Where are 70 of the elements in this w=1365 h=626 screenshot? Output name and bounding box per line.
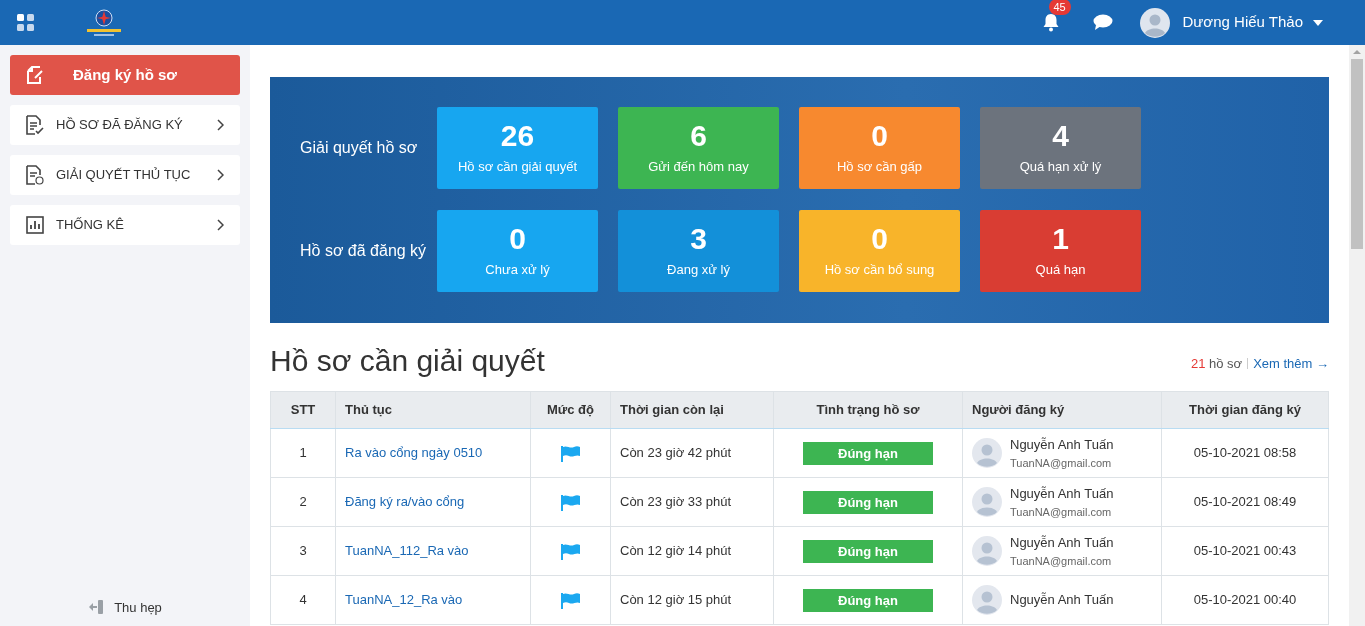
sidebar-item[interactable]: THỐNG KÊ: [10, 205, 240, 245]
notification-bell-icon[interactable]: [1041, 13, 1060, 32]
summary-row-label: Hồ sơ đã đăng ký: [300, 241, 428, 261]
table-cell: 3: [270, 526, 336, 576]
procedure-link[interactable]: TuanNA_12_Ra vào: [345, 592, 463, 608]
table-cell: 05-10-2021 00:43: [1161, 526, 1329, 576]
column-header: STT: [270, 391, 336, 429]
column-header: Thủ tục: [335, 391, 531, 429]
section-title: Hồ sơ cần giải quyết: [270, 343, 545, 379]
collapse-button[interactable]: Thu hẹp: [88, 597, 162, 617]
user-menu-button[interactable]: Dương Hiếu Thảo: [1182, 11, 1323, 34]
user-email: TuanNA@gmail.com: [1010, 553, 1113, 569]
user-name: Nguyễn Anh Tuấn: [1010, 436, 1114, 454]
user-avatar[interactable]: [1139, 7, 1170, 38]
chevron-right-icon: [217, 119, 224, 131]
logo-icon[interactable]: [86, 7, 122, 38]
user-avatar: [972, 585, 1002, 615]
apps-grid-icon[interactable]: [17, 14, 34, 31]
status-badge: Đúng hạn: [803, 490, 933, 514]
table-cell: 05-10-2021 08:58: [1161, 428, 1329, 478]
column-header: Mức độ: [530, 391, 611, 429]
document-clock-icon: [26, 165, 44, 185]
table-cell: Còn 12 giờ 14 phút: [610, 526, 774, 576]
chevron-right-icon: [217, 219, 224, 231]
table-cell: 2: [270, 477, 336, 527]
user-email: TuanNA@gmail.com: [1010, 455, 1113, 471]
notification-count: 45: [1048, 0, 1071, 15]
flag-icon: [560, 493, 581, 512]
column-header: Người đăng ký: [962, 391, 1162, 429]
table-cell: Còn 23 giờ 33 phút: [610, 477, 774, 527]
column-header: Thời gian còn lại: [610, 391, 774, 429]
dossier-count: 21 hồ sơ: [1190, 354, 1243, 373]
chat-bubble-icon[interactable]: [1092, 14, 1113, 31]
view-more-link[interactable]: Xem thêm →: [1253, 353, 1329, 373]
sidebar-item[interactable]: GIẢI QUYẾT THỦ TỤC: [10, 155, 240, 195]
collapse-arrow-icon: [88, 600, 105, 615]
table-cell: 05-10-2021 00:40: [1161, 575, 1329, 625]
document-check-icon: [26, 115, 44, 135]
user-name: Nguyễn Anh Tuấn: [1010, 485, 1114, 503]
column-header: Tình trạng hồ sơ: [773, 391, 963, 429]
bar-chart-icon: [26, 216, 44, 234]
column-header: Thời gian đăng ký: [1161, 391, 1329, 429]
stat-tile[interactable]: 4 Quá hạn xử lý: [980, 107, 1141, 189]
sidebar-item[interactable]: HỒ SƠ ĐÃ ĐĂNG KÝ: [10, 105, 240, 145]
status-badge: Đúng hạn: [803, 539, 933, 563]
status-badge: Đúng hạn: [803, 588, 933, 612]
status-badge: Đúng hạn: [803, 441, 933, 465]
table-cell: Còn 23 giờ 42 phút: [610, 428, 774, 478]
user-avatar: [972, 487, 1002, 517]
user-name: Nguyễn Anh Tuấn: [1010, 591, 1114, 610]
summary-row-label: Giải quyết hồ sơ: [300, 138, 419, 158]
user-name: Nguyễn Anh Tuấn: [1010, 534, 1114, 552]
scrollbar[interactable]: [1349, 45, 1365, 626]
procedure-link[interactable]: Đăng ký ra/vào cổng: [345, 494, 465, 510]
chevron-right-icon: [217, 169, 224, 181]
table-cell: 1: [270, 428, 336, 478]
register-dossier-button[interactable]: Đăng ký hồ sơ: [10, 55, 240, 95]
edit-document-icon: [26, 66, 44, 84]
stat-tile[interactable]: 1 Quá hạn: [980, 210, 1141, 292]
flag-icon: [560, 444, 581, 463]
user-email: TuanNA@gmail.com: [1010, 504, 1113, 520]
table-cell: 05-10-2021 08:49: [1161, 477, 1329, 527]
flag-icon: [560, 542, 581, 561]
table-cell: 4: [270, 575, 336, 625]
user-avatar: [972, 536, 1002, 566]
stat-tile[interactable]: 3 Đang xử lý: [618, 210, 779, 292]
table-cell: Còn 12 giờ 15 phút: [610, 575, 774, 625]
flag-icon: [560, 591, 581, 610]
caret-icon: [1313, 19, 1323, 26]
user-avatar: [972, 438, 1002, 468]
